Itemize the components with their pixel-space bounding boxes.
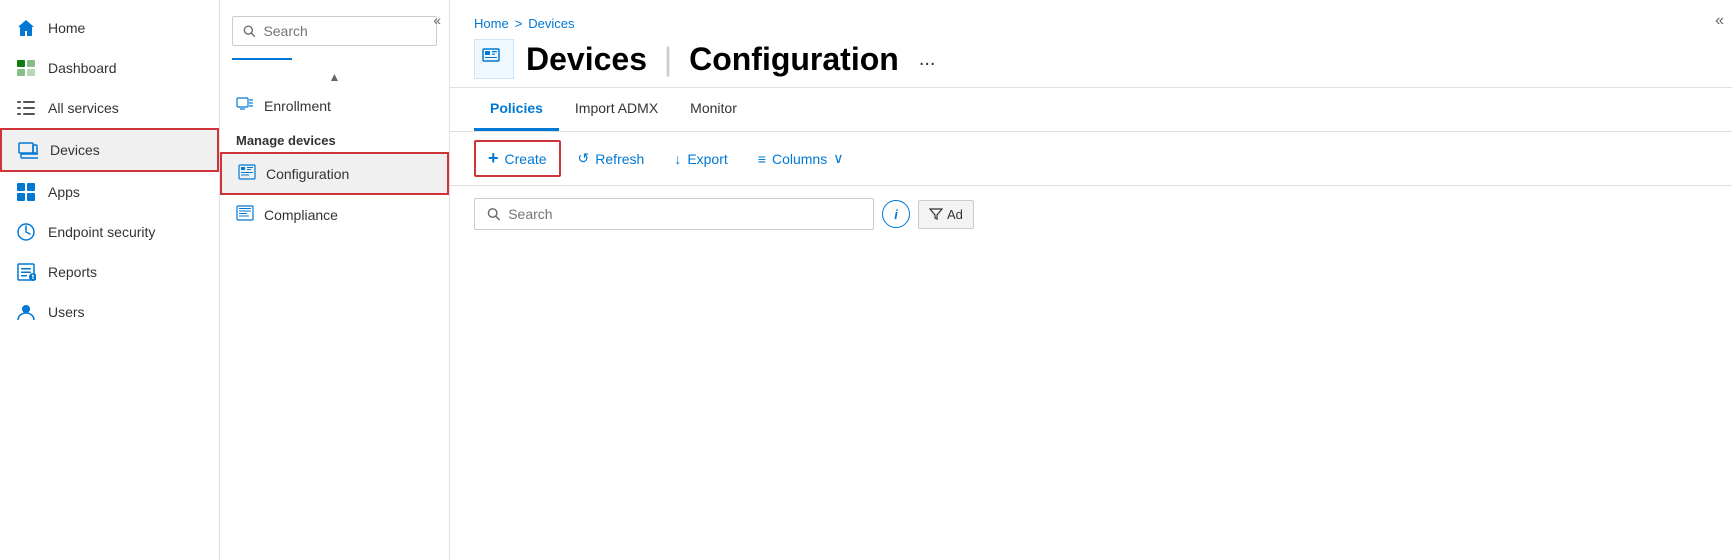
info-icon: i bbox=[894, 207, 898, 222]
sidebar-item-devices[interactable]: Devices bbox=[0, 128, 219, 172]
title-separator: | bbox=[664, 41, 672, 77]
breadcrumb-home[interactable]: Home bbox=[474, 16, 509, 31]
sidebar-label-endpoint-security: Endpoint security bbox=[48, 224, 155, 240]
sidebar-item-apps[interactable]: Apps bbox=[0, 172, 219, 212]
reports-icon bbox=[16, 262, 36, 282]
nav-divider bbox=[232, 58, 292, 60]
compliance-icon bbox=[236, 205, 254, 224]
refresh-label: Refresh bbox=[595, 151, 644, 167]
page-title-row: Devices | Configuration ... bbox=[474, 39, 1708, 79]
sidebar-item-all-services[interactable]: All services bbox=[0, 88, 219, 128]
page-header: Home > Devices Devices | Configuration .… bbox=[450, 0, 1732, 88]
export-label: Export bbox=[687, 151, 727, 167]
main-search-icon bbox=[487, 207, 500, 221]
columns-label: Columns bbox=[772, 151, 827, 167]
create-button[interactable]: + Create bbox=[474, 140, 561, 177]
compliance-label: Compliance bbox=[264, 207, 338, 223]
export-icon: ↓ bbox=[674, 151, 681, 167]
second-panel: « ▲ Enrollment Manage devices bbox=[220, 0, 450, 560]
main-search-box[interactable] bbox=[474, 198, 874, 230]
sidebar-item-users[interactable]: Users bbox=[0, 292, 219, 332]
scroll-up-indicator: ▲ bbox=[220, 68, 449, 86]
breadcrumb-separator: > bbox=[515, 16, 523, 31]
info-button[interactable]: i bbox=[882, 200, 910, 228]
apps-icon bbox=[16, 182, 36, 202]
home-icon bbox=[16, 18, 36, 38]
sidebar-label-users: Users bbox=[48, 304, 85, 320]
second-panel-item-configuration[interactable]: Configuration bbox=[220, 152, 449, 195]
sidebar-label-devices: Devices bbox=[50, 142, 100, 158]
more-options-button[interactable]: ... bbox=[911, 48, 944, 71]
export-button[interactable]: ↓ Export bbox=[661, 144, 740, 174]
sidebar-item-endpoint-security[interactable]: Endpoint security bbox=[0, 212, 219, 252]
endpoint-icon bbox=[16, 222, 36, 242]
sidebar-collapse-button[interactable]: « bbox=[1715, 12, 1724, 30]
section-header-manage-devices: Manage devices bbox=[220, 125, 449, 152]
tabs-row: Policies Import ADMX Monitor bbox=[450, 88, 1732, 132]
enrollment-icon bbox=[236, 96, 254, 115]
filter-button[interactable]: Ad bbox=[918, 200, 974, 229]
services-icon bbox=[16, 98, 36, 118]
sidebar-label-apps: Apps bbox=[48, 184, 80, 200]
create-icon: + bbox=[488, 148, 499, 169]
sidebar-label-reports: Reports bbox=[48, 264, 97, 280]
toolbar: + Create ↺ Refresh ↓ Export ≡ Columns ∨ bbox=[450, 132, 1732, 186]
second-panel-search-box[interactable] bbox=[232, 16, 437, 46]
sidebar-item-reports[interactable]: Reports bbox=[0, 252, 219, 292]
search-area: i Ad bbox=[450, 186, 1732, 242]
tab-import-admx[interactable]: Import ADMX bbox=[559, 88, 674, 131]
second-panel-item-enrollment[interactable]: Enrollment bbox=[220, 86, 449, 125]
second-panel-search-input[interactable] bbox=[263, 23, 426, 39]
page-title: Devices | Configuration bbox=[526, 41, 899, 78]
second-panel-item-compliance[interactable]: Compliance bbox=[220, 195, 449, 234]
second-panel-collapse-button[interactable]: « bbox=[433, 12, 441, 28]
tab-monitor[interactable]: Monitor bbox=[674, 88, 753, 131]
devices-icon bbox=[18, 140, 38, 160]
page-icon bbox=[474, 39, 514, 79]
columns-button[interactable]: ≡ Columns ∨ bbox=[745, 143, 857, 174]
breadcrumb: Home > Devices bbox=[474, 16, 1708, 31]
main-content: Home > Devices Devices | Configuration .… bbox=[450, 0, 1732, 560]
columns-arrow: ∨ bbox=[833, 150, 843, 167]
create-label: Create bbox=[505, 151, 547, 167]
tab-policies[interactable]: Policies bbox=[474, 88, 559, 131]
configuration-label: Configuration bbox=[266, 166, 349, 182]
sidebar-label-home: Home bbox=[48, 20, 85, 36]
users-icon bbox=[16, 302, 36, 322]
sidebar-label-all-services: All services bbox=[48, 100, 119, 116]
breadcrumb-current[interactable]: Devices bbox=[528, 16, 574, 31]
main-search-input[interactable] bbox=[508, 206, 861, 222]
columns-icon: ≡ bbox=[758, 151, 766, 167]
configuration-icon bbox=[238, 164, 256, 183]
sidebar-label-dashboard: Dashboard bbox=[48, 60, 117, 76]
refresh-button[interactable]: ↺ Refresh bbox=[565, 143, 658, 174]
search-icon bbox=[243, 24, 255, 38]
refresh-icon: ↺ bbox=[578, 150, 590, 167]
filter-label: Ad bbox=[947, 207, 963, 222]
sidebar-item-home[interactable]: Home bbox=[0, 8, 219, 48]
sidebar: « Home Dashboard bbox=[0, 0, 220, 560]
enrollment-label: Enrollment bbox=[264, 98, 331, 114]
sidebar-item-dashboard[interactable]: Dashboard bbox=[0, 48, 219, 88]
filter-icon bbox=[929, 208, 943, 220]
dashboard-icon bbox=[16, 58, 36, 78]
